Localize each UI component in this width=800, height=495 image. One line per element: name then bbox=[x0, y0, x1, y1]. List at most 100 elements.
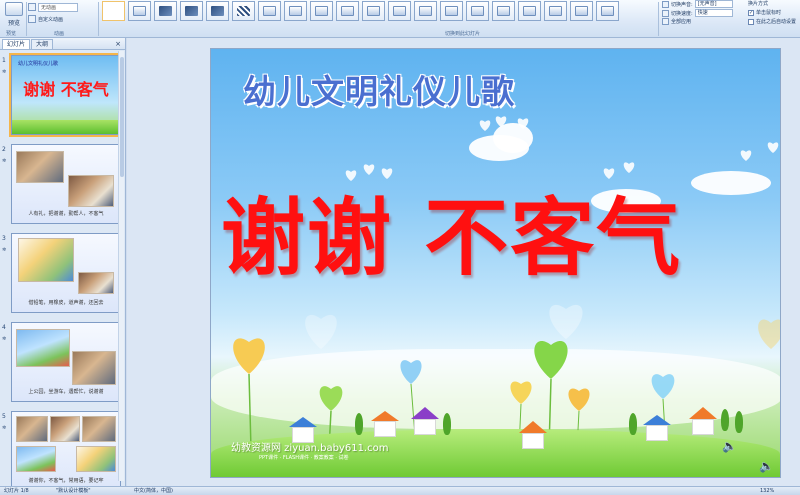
slide-number: 3 bbox=[2, 235, 6, 242]
transition-fade-smooth[interactable] bbox=[128, 1, 151, 21]
slide-thumbnail-5[interactable]: 5 ✲ 谢谢你，不客气，常用语，要记牢 bbox=[0, 411, 126, 493]
zoom-level[interactable]: 132% bbox=[760, 487, 774, 495]
slide-number: 2 bbox=[2, 146, 6, 153]
transition-push-left[interactable] bbox=[414, 1, 437, 21]
slide-caption: 谢谢你，不客气，常用语，要记牢 bbox=[28, 478, 104, 484]
slide-heading[interactable]: 谢谢 不客气 bbox=[221, 171, 780, 292]
slide-thumbnail-3[interactable]: 3 ✲ 借铅笔，用橡皮，道声谢，还回去 bbox=[0, 233, 126, 315]
on-click-checkbox[interactable]: ✓ bbox=[748, 9, 754, 16]
house-blue-2 bbox=[643, 415, 671, 441]
transition-box-in[interactable] bbox=[570, 1, 593, 21]
transition-cover-right[interactable] bbox=[544, 1, 567, 21]
tab-outline[interactable]: 大纲 bbox=[31, 39, 54, 49]
transition-sound-select[interactable]: [无声音] bbox=[694, 0, 733, 8]
close-icon[interactable]: × bbox=[115, 39, 121, 49]
slide-preview: 谢谢你，不客气，常用语，要记牢 bbox=[11, 411, 121, 491]
scrollbar-thumb[interactable] bbox=[120, 57, 124, 177]
on-click-label: 单击鼠标时 bbox=[756, 10, 782, 16]
photo bbox=[82, 416, 116, 442]
house-purple bbox=[411, 407, 439, 435]
house-orange-2 bbox=[519, 421, 547, 449]
transition-cut-black[interactable] bbox=[206, 1, 229, 21]
transition-wipe-right[interactable] bbox=[310, 1, 333, 21]
house-orange bbox=[371, 411, 399, 437]
animation-select[interactable]: 无动画 bbox=[38, 2, 78, 12]
preview-button[interactable]: 预览 bbox=[2, 2, 26, 30]
custom-animation-button[interactable]: 自定义动画 bbox=[38, 16, 63, 23]
photo bbox=[50, 416, 80, 442]
mini-slide-title: 幼儿文明礼仪儿歌 bbox=[18, 61, 59, 67]
slide-caption: 借铅笔，用橡皮，道声谢，还回去 bbox=[28, 300, 104, 306]
animation-group-label: 动画 bbox=[54, 31, 65, 37]
transition-wipe-down[interactable] bbox=[258, 1, 281, 21]
animation-icon bbox=[28, 3, 36, 11]
slide-thumbnail-4[interactable]: 4 ✲ 上公园，坐游车，遇帮忙，说谢谢 bbox=[0, 322, 126, 404]
sound-icon[interactable]: 🔈 bbox=[759, 459, 774, 473]
advance-slide-label: 换片方式 bbox=[748, 1, 769, 7]
transition-wipe-left[interactable] bbox=[284, 1, 307, 21]
photo bbox=[68, 175, 114, 207]
animation-group: 无动画 自定义动画 bbox=[28, 0, 96, 30]
slide-title[interactable]: 幼儿文明礼仪儿歌 bbox=[243, 65, 515, 113]
transition-speed-label: 切换速度: bbox=[671, 10, 693, 17]
mini-slide-heading: 谢谢 不客气 bbox=[23, 80, 109, 99]
transition-none[interactable] bbox=[102, 1, 125, 21]
apply-all-button[interactable]: 全部应用 bbox=[671, 18, 691, 25]
current-slide[interactable]: 幼儿文明礼仪儿歌 谢谢 不客气 幼教资源网 ziyuan.baby611.com… bbox=[210, 48, 781, 478]
transition-split[interactable] bbox=[362, 1, 385, 21]
photo bbox=[16, 329, 70, 367]
watermark-text: 幼教资源网 ziyuan.baby611.com bbox=[231, 443, 389, 454]
transition-group-label: 切换到此幻灯片 bbox=[445, 31, 481, 37]
status-bar: 幻灯片 1/8 "默认设计模板" 中文(简体，中国) 132% bbox=[0, 486, 800, 495]
transition-gallery bbox=[100, 1, 655, 23]
transition-push-down[interactable] bbox=[388, 1, 411, 21]
photo bbox=[76, 446, 116, 472]
transition-push-right[interactable] bbox=[440, 1, 463, 21]
apply-all-icon bbox=[662, 18, 669, 25]
slide-preview: 上公园，坐游车，遇帮忙，说谢谢 bbox=[11, 322, 121, 402]
slide-preview: 借铅笔，用橡皮，道声谢，还回去 bbox=[11, 233, 121, 313]
transition-star-icon: ✲ bbox=[2, 336, 7, 342]
slide-number: 4 bbox=[2, 324, 6, 331]
transition-star-icon: ✲ bbox=[2, 425, 7, 431]
tree bbox=[355, 413, 363, 435]
transition-cover-down[interactable] bbox=[492, 1, 515, 21]
transition-box-out[interactable] bbox=[596, 1, 619, 21]
ribbon-separator bbox=[658, 2, 659, 36]
transition-speed-select[interactable]: 快速 bbox=[694, 9, 733, 17]
theme-name: "默认设计模板" bbox=[56, 488, 91, 494]
auto-after-checkbox[interactable] bbox=[748, 18, 754, 25]
transition-push-up[interactable] bbox=[466, 1, 489, 21]
ribbon: 预览 预览 无动画 自定义动画 动画 切换到此幻灯片 切换声音: [无声音] 切… bbox=[0, 0, 800, 38]
slide-editor: 幼儿文明礼仪儿歌 谢谢 不客气 幼教资源网 ziyuan.baby611.com… bbox=[127, 38, 800, 486]
photo bbox=[16, 446, 56, 472]
speed-icon bbox=[662, 9, 669, 17]
photo bbox=[18, 238, 74, 282]
slide-thumbnail-2[interactable]: 2 ✲ 人有礼，把谢谢，勤帮人，不客气 bbox=[0, 144, 126, 226]
transition-cut[interactable] bbox=[180, 1, 203, 21]
tree bbox=[721, 409, 729, 431]
transition-star-icon: ✲ bbox=[2, 69, 7, 75]
slide-preview: 人有礼，把谢谢，勤帮人，不客气 bbox=[11, 144, 121, 224]
language-indicator[interactable]: 中文(简体，中国) bbox=[134, 487, 173, 495]
sound-icon[interactable]: 🔈 bbox=[722, 439, 737, 453]
transition-wipe-up[interactable] bbox=[336, 1, 359, 21]
slide-thumbnail-1[interactable]: 1 ✲ 幼儿文明礼仪儿歌 谢谢 不客气 bbox=[0, 53, 126, 137]
ribbon-separator bbox=[98, 2, 99, 36]
transition-settings: 切换声音: [无声音] 切换速度: 快速 全部应用 换片方式 ✓ 单击鼠标时 在… bbox=[662, 0, 800, 32]
sound-icon bbox=[662, 0, 669, 8]
transition-fade-black[interactable] bbox=[154, 1, 177, 21]
tree bbox=[735, 411, 743, 433]
transition-cover-left[interactable] bbox=[518, 1, 541, 21]
transition-dissolve[interactable] bbox=[232, 1, 255, 21]
slides-panel: 幻灯片 大纲 × 1 ✲ 幼儿文明礼仪儿歌 谢谢 不客气 2 ✲ 人有礼，把谢谢… bbox=[0, 38, 126, 491]
custom-animation-icon bbox=[28, 15, 36, 23]
transition-sound-label: 切换声音: bbox=[671, 1, 693, 8]
panel-scrollbar[interactable] bbox=[118, 51, 124, 481]
preview-icon bbox=[5, 2, 23, 16]
house-orange-3 bbox=[689, 407, 717, 435]
tab-slides[interactable]: 幻灯片 bbox=[2, 39, 31, 49]
slide-count: 幻灯片 1/8 bbox=[4, 488, 29, 494]
photo bbox=[16, 151, 64, 183]
watermark-subtext: PPT课件 · FLASH课件 · 教案教案 · 试卷 bbox=[259, 455, 349, 461]
